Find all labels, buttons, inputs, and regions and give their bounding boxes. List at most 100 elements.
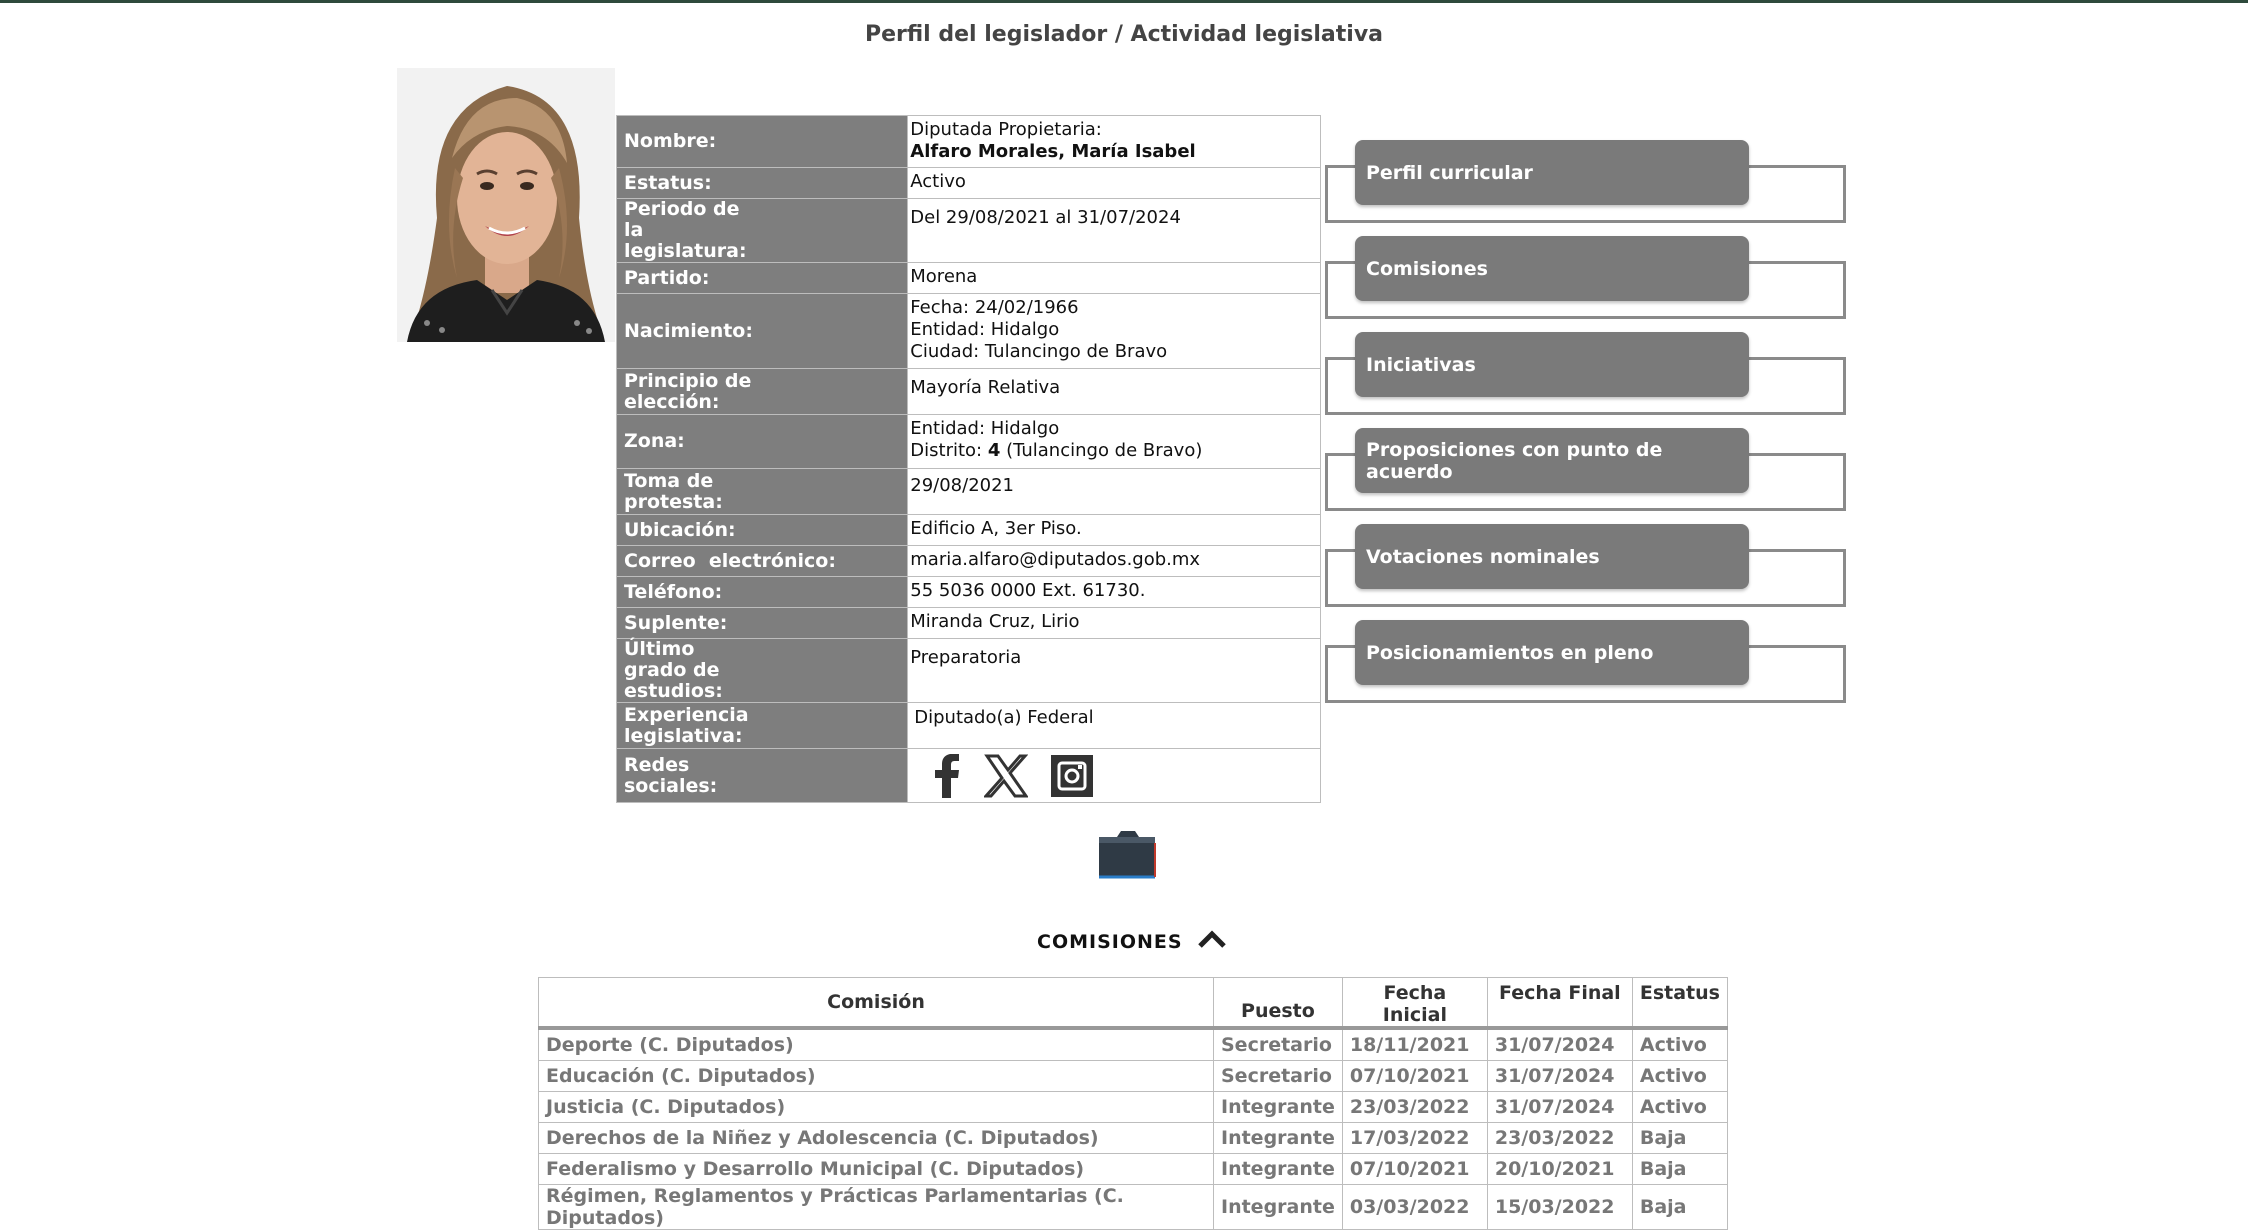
info-line: Ciudad: Tulancingo de Bravo — [910, 341, 1168, 362]
info-value: Miranda Cruz, Lirio — [907, 607, 1321, 639]
cell-estatus: Baja — [1631, 1122, 1728, 1154]
cell-puesto: Secretario — [1213, 1027, 1343, 1061]
cell-fecha-inicial: 03/03/2022 — [1341, 1184, 1488, 1230]
proposiciones-button[interactable]: Proposiciones con punto de acuerdo — [1355, 428, 1749, 493]
table-row[interactable]: Justicia (C. Diputados) Integrante 23/03… — [538, 1091, 1728, 1123]
info-label: Último grado de estudios: — [615, 638, 909, 703]
info-value: Mayoría Relativa — [907, 368, 1321, 415]
cell-fecha-final: 23/03/2022 — [1486, 1122, 1633, 1154]
section-proposiciones[interactable]: Proposiciones con punto de acuerdo — [1325, 428, 1850, 511]
info-label: Suplente: — [615, 607, 909, 639]
votaciones-button[interactable]: Votaciones nominales — [1355, 524, 1749, 589]
info-row-zona: Zona: Entidad: Hidalgo Distrito: 4 (Tula… — [615, 414, 1321, 469]
legislator-photo — [397, 68, 615, 342]
info-value: Entidad: Hidalgo Distrito: 4 (Tulancingo… — [907, 414, 1321, 469]
x-icon[interactable] — [984, 754, 1029, 798]
info-row-toma: Toma de protesta: 29/08/2021 — [615, 468, 1321, 515]
cell-comision: Educación (C. Diputados) — [538, 1060, 1214, 1092]
col-fecha-inicial: Fecha Inicial — [1341, 977, 1488, 1029]
cell-puesto: Integrante — [1213, 1184, 1343, 1230]
info-label: Experiencia legislativa: — [615, 702, 909, 749]
cell-puesto: Integrante — [1213, 1153, 1343, 1185]
cell-fecha-final: 31/07/2024 — [1486, 1027, 1633, 1061]
cell-estatus: Baja — [1631, 1153, 1728, 1185]
cell-comision: Justicia (C. Diputados) — [538, 1091, 1214, 1123]
instagram-icon[interactable] — [1050, 754, 1094, 798]
info-label: Zona: — [615, 414, 909, 469]
info-row-principio: Principio de elección: Mayoría Relativa — [615, 368, 1321, 415]
iniciativas-button[interactable]: Iniciativas — [1355, 332, 1749, 397]
cell-fecha-final: 15/03/2022 — [1486, 1184, 1633, 1230]
comisiones-toggle[interactable]: COMISIONES — [1037, 930, 1227, 953]
info-value: Diputado(a) Federal — [907, 702, 1321, 749]
cell-fecha-inicial: 17/03/2022 — [1341, 1122, 1488, 1154]
cell-estatus: Activo — [1631, 1060, 1728, 1092]
posicionamientos-button[interactable]: Posicionamientos en pleno — [1355, 620, 1749, 685]
social-links — [907, 748, 1321, 803]
cell-puesto: Integrante — [1213, 1091, 1343, 1123]
facebook-icon[interactable] — [932, 754, 962, 798]
info-label: Teléfono: — [615, 576, 909, 608]
info-value: Activo — [907, 167, 1321, 199]
info-value: Morena — [907, 262, 1321, 294]
top-bar — [0, 0, 2248, 3]
cell-comision: Régimen, Reglamentos y Prácticas Parlame… — [538, 1184, 1214, 1230]
cell-puesto: Secretario — [1213, 1060, 1343, 1092]
table-row[interactable]: Deporte (C. Diputados) Secretario 18/11/… — [538, 1027, 1728, 1061]
commissions-table: Comisión Puesto Fecha Inicial Fecha Fina… — [538, 977, 1728, 1230]
folder-icon[interactable] — [1097, 823, 1157, 883]
cell-estatus: Activo — [1631, 1091, 1728, 1123]
section-comisiones[interactable]: Comisiones — [1325, 236, 1850, 319]
info-value: Diputada Propietaria: Alfaro Morales, Ma… — [907, 115, 1321, 168]
table-row[interactable]: Federalismo y Desarrollo Municipal (C. D… — [538, 1153, 1728, 1185]
col-fecha-final: Fecha Final — [1486, 977, 1633, 1029]
cell-comision: Federalismo y Desarrollo Municipal (C. D… — [538, 1153, 1214, 1185]
info-row-estudios: Último grado de estudios: Preparatoria — [615, 638, 1321, 703]
section-votaciones[interactable]: Votaciones nominales — [1325, 524, 1850, 607]
info-label: Periodo de la legislatura: — [615, 198, 909, 263]
info-row-telefono: Teléfono: 55 5036 0000 Ext. 61730. — [615, 576, 1321, 608]
info-row-nombre: Nombre: Diputada Propietaria: Alfaro Mor… — [615, 115, 1321, 168]
cell-fecha-final: 20/10/2021 — [1486, 1153, 1633, 1185]
info-line: Entidad: Hidalgo — [910, 418, 1060, 439]
col-comision: Comisión — [538, 977, 1214, 1029]
info-label: Correo electrónico: — [615, 545, 909, 577]
cell-puesto: Integrante — [1213, 1122, 1343, 1154]
perfil-curricular-button[interactable]: Perfil curricular — [1355, 140, 1749, 205]
info-row-ubicacion: Ubicación: Edificio A, 3er Piso. — [615, 514, 1321, 546]
info-value: 55 5036 0000 Ext. 61730. — [907, 576, 1321, 608]
info-row-nacimiento: Nacimiento: Fecha: 24/02/1966 Entidad: H… — [615, 293, 1321, 369]
cell-fecha-final: 31/07/2024 — [1486, 1060, 1633, 1092]
legislator-info-table: Nombre: Diputada Propietaria: Alfaro Mor… — [615, 115, 1321, 803]
info-value: Preparatoria — [907, 638, 1321, 703]
info-label: Nombre: — [615, 115, 909, 168]
cell-comision: Deporte (C. Diputados) — [538, 1027, 1214, 1061]
col-puesto: Puesto — [1213, 977, 1343, 1029]
info-line: Distrito: 4 (Tulancingo de Bravo) — [910, 440, 1203, 461]
info-label: Toma de protesta: — [615, 468, 909, 515]
comisiones-button[interactable]: Comisiones — [1355, 236, 1749, 301]
info-line: Entidad: Hidalgo — [910, 319, 1060, 340]
table-row[interactable]: Educación (C. Diputados) Secretario 07/1… — [538, 1060, 1728, 1092]
table-row[interactable]: Régimen, Reglamentos y Prácticas Parlame… — [538, 1184, 1728, 1230]
cell-comision: Derechos de la Niñez y Adolescencia (C. … — [538, 1122, 1214, 1154]
table-row[interactable]: Derechos de la Niñez y Adolescencia (C. … — [538, 1122, 1728, 1154]
table-header-row: Comisión Puesto Fecha Inicial Fecha Fina… — [538, 977, 1728, 1029]
info-value: Fecha: 24/02/1966 Entidad: Hidalgo Ciuda… — [907, 293, 1321, 369]
info-label: Nacimiento: — [615, 293, 909, 369]
info-label: Ubicación: — [615, 514, 909, 546]
cell-fecha-inicial: 07/10/2021 — [1341, 1060, 1488, 1092]
col-estatus: Estatus — [1631, 977, 1728, 1029]
info-label: Redes sociales: — [615, 748, 909, 803]
section-posicionamientos[interactable]: Posicionamientos en pleno — [1325, 620, 1850, 703]
section-perfil-curricular[interactable]: Perfil curricular — [1325, 140, 1850, 223]
section-iniciativas[interactable]: Iniciativas — [1325, 332, 1850, 415]
info-value: Edificio A, 3er Piso. — [907, 514, 1321, 546]
info-label: Partido: — [615, 262, 909, 294]
comisiones-heading: COMISIONES — [1037, 930, 1183, 953]
info-row-partido: Partido: Morena — [615, 262, 1321, 294]
email-value[interactable]: maria.alfaro@diputados.gob.mx — [907, 545, 1321, 577]
info-row-experiencia: Experiencia legislativa: Diputado(a) Fed… — [615, 702, 1321, 749]
legislator-name: Alfaro Morales, María Isabel — [910, 141, 1196, 162]
info-value: Del 29/08/2021 al 31/07/2024 — [907, 198, 1321, 263]
